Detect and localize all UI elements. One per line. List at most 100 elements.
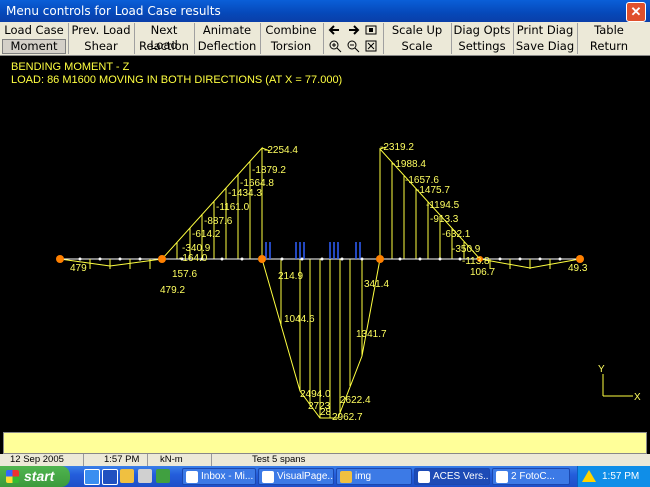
task-label: ACES Vers... bbox=[433, 471, 490, 482]
arrow-left-icon[interactable] bbox=[328, 23, 342, 37]
moment-label: -1161.0 bbox=[216, 202, 250, 213]
task-inbox[interactable]: Inbox - Mi... bbox=[182, 468, 256, 485]
axis-indicator bbox=[602, 374, 633, 397]
table-button[interactable]: Table bbox=[579, 23, 639, 38]
moment-label: -350.9 bbox=[452, 244, 481, 255]
ie-icon[interactable] bbox=[84, 469, 100, 485]
moment-label: -164.0 bbox=[179, 253, 208, 264]
windows-flag-icon bbox=[6, 470, 19, 483]
diag-opts-button[interactable]: Diag Opts bbox=[453, 23, 511, 38]
settings-button[interactable]: Settings bbox=[453, 39, 511, 54]
mail-icon bbox=[186, 471, 198, 483]
vehicle-load-markers bbox=[265, 242, 361, 259]
task-label: img bbox=[355, 471, 372, 482]
scale-up-button[interactable]: Scale Up bbox=[385, 23, 449, 38]
task-label: Inbox - Mi... bbox=[201, 471, 254, 482]
status-bar: 12 Sep 2005 1:57 PM kN-m Test 5 spans bbox=[0, 454, 650, 466]
moment-label: -2319.2 bbox=[380, 142, 414, 153]
window-icon bbox=[418, 471, 430, 483]
window-icon bbox=[496, 471, 508, 483]
status-date: 12 Sep 2005 bbox=[6, 454, 84, 466]
app-icon[interactable] bbox=[156, 469, 170, 483]
window-icon bbox=[262, 471, 274, 483]
task-label: 2 FotoC... bbox=[511, 471, 555, 482]
moment-label: -913.3 bbox=[430, 214, 459, 225]
menu-separator bbox=[513, 23, 514, 54]
task-fotoc[interactable]: 2 FotoC... bbox=[492, 468, 570, 485]
return-button[interactable]: Return bbox=[579, 39, 639, 54]
reaction-button[interactable]: Reaction bbox=[136, 39, 192, 54]
zoom-out-icon[interactable] bbox=[346, 39, 360, 53]
deflection-button[interactable]: Deflection bbox=[196, 39, 258, 54]
combine-button[interactable]: Combine bbox=[262, 23, 320, 38]
moment-label: -614.2 bbox=[192, 229, 221, 240]
arrow-right-icon[interactable] bbox=[346, 23, 360, 37]
prev-load-button[interactable]: Prev. Load bbox=[70, 23, 132, 38]
zoom-extents-icon[interactable] bbox=[364, 39, 378, 53]
load-case-button[interactable]: Load Case bbox=[2, 23, 66, 38]
moment-label: 2962.7 bbox=[332, 412, 363, 423]
menu-separator bbox=[323, 23, 324, 54]
moment-label: -113.8 bbox=[462, 256, 490, 267]
word-icon[interactable] bbox=[102, 469, 118, 485]
taskbar: start Inbox - Mi... VisualPage... img AC… bbox=[0, 466, 650, 487]
moment-label: -1988.4 bbox=[392, 159, 426, 170]
animate-button[interactable]: Animate bbox=[196, 23, 258, 38]
moment-label: 157.6 bbox=[172, 269, 197, 280]
menu-separator bbox=[451, 23, 452, 54]
task-img[interactable]: img bbox=[336, 468, 412, 485]
moment-label: 214.9 bbox=[278, 271, 303, 282]
menu-separator bbox=[577, 23, 578, 54]
moment-label: 1341.7 bbox=[356, 329, 387, 340]
torsion-button[interactable]: Torsion bbox=[262, 39, 320, 54]
save-diag-button[interactable]: Save Diag bbox=[515, 39, 575, 54]
moment-label: 49.3 bbox=[568, 263, 588, 274]
window-titlebar: Menu controls for Load Case results ✕ bbox=[0, 0, 650, 22]
moment-label: -2254.4 bbox=[264, 145, 298, 156]
moment-label: 2622.4 bbox=[340, 395, 371, 406]
tray-clock: 1:57 PM bbox=[602, 471, 640, 482]
status-project: Test 5 spans bbox=[252, 454, 306, 465]
moment-label: 1044.6 bbox=[284, 314, 315, 325]
status-units: kN-m bbox=[156, 454, 212, 466]
moment-label: -1194.5 bbox=[426, 200, 460, 211]
menu-separator bbox=[134, 23, 135, 54]
axis-x-label: X bbox=[634, 392, 641, 403]
task-label: VisualPage... bbox=[277, 471, 334, 482]
zoom-fit-icon[interactable] bbox=[364, 23, 378, 37]
moment-label: -1475.7 bbox=[416, 185, 450, 196]
scale-down-button[interactable]: Scale Down bbox=[385, 39, 449, 68]
bending-moment-diagram: -2254.4 -1879.2 -1664.8 -1434.3 -1161.0 … bbox=[56, 142, 641, 423]
folder-icon bbox=[340, 471, 352, 483]
moment-label: 28 bbox=[320, 407, 332, 418]
start-button[interactable]: start bbox=[0, 466, 70, 487]
menu-separator bbox=[383, 23, 384, 54]
status-time: 1:57 PM bbox=[100, 454, 148, 466]
app-icon[interactable] bbox=[138, 469, 152, 483]
moment-label: -887.6 bbox=[204, 216, 233, 227]
message-bar bbox=[3, 432, 647, 454]
moment-label: 479 bbox=[70, 263, 87, 274]
moment-label: 2494.0 bbox=[300, 389, 331, 400]
menu-separator bbox=[68, 23, 69, 54]
start-label: start bbox=[24, 468, 55, 484]
moment-label: 106.7 bbox=[470, 267, 495, 278]
next-load-button[interactable]: Next Load bbox=[136, 23, 192, 52]
warning-icon[interactable] bbox=[582, 470, 596, 482]
print-diag-button[interactable]: Print Diag bbox=[515, 23, 575, 38]
shear-button[interactable]: Shear bbox=[70, 39, 132, 54]
menu-separator bbox=[260, 23, 261, 54]
task-visualpage[interactable]: VisualPage... bbox=[258, 468, 334, 485]
moment-button[interactable]: Moment bbox=[2, 39, 66, 54]
moment-label: 341.4 bbox=[364, 279, 389, 290]
moment-label: -632.1 bbox=[442, 229, 471, 240]
axis-y-label: Y bbox=[598, 364, 605, 375]
menu-separator bbox=[194, 23, 195, 54]
close-button[interactable]: ✕ bbox=[626, 2, 646, 22]
task-aces[interactable]: ACES Vers... bbox=[414, 468, 490, 485]
system-tray: 1:57 PM bbox=[577, 466, 650, 487]
diagram-canvas[interactable]: BENDING MOMENT - Z LOAD: 86 M1600 MOVING… bbox=[0, 56, 650, 429]
moment-label: 479.2 bbox=[160, 285, 185, 296]
folder-icon[interactable] bbox=[120, 469, 134, 483]
zoom-in-icon[interactable] bbox=[328, 39, 342, 53]
